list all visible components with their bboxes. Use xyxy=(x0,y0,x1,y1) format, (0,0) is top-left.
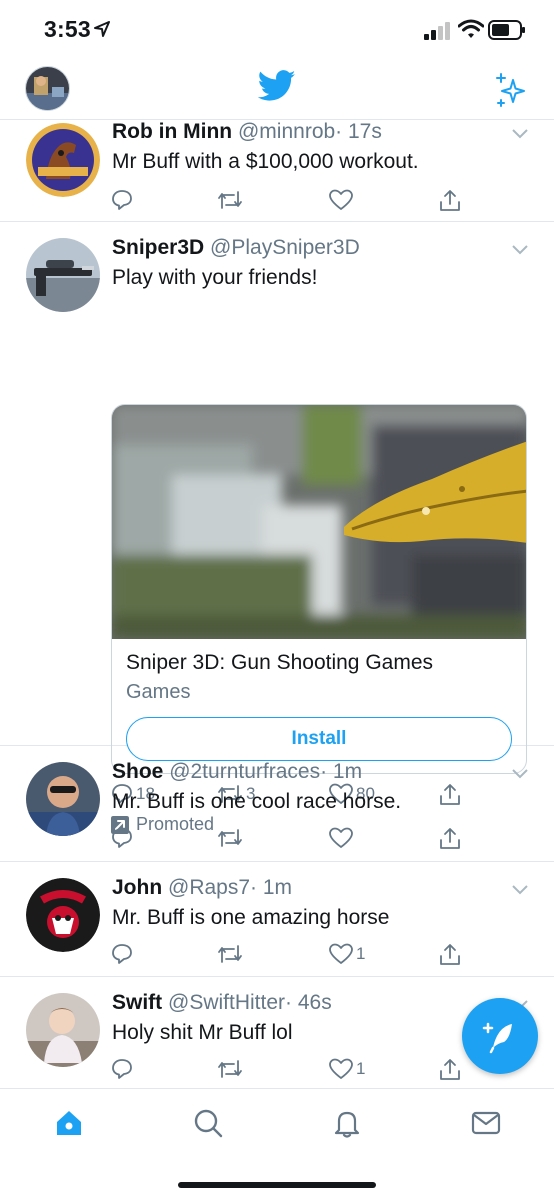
share-icon xyxy=(440,190,460,211)
tweet-author-name[interactable]: Sniper3D xyxy=(112,236,204,259)
reply-icon xyxy=(112,944,132,964)
location-arrow-icon xyxy=(94,21,110,37)
avatar[interactable] xyxy=(26,993,100,1067)
home-icon[interactable] xyxy=(53,1107,85,1139)
retweet-button[interactable] xyxy=(216,188,246,212)
tweet-text: Holy shit Mr Buff lol xyxy=(112,1021,293,1044)
tweet-header: John @Raps7· 1m xyxy=(112,876,292,900)
search-icon[interactable] xyxy=(192,1107,224,1139)
chevron-down-icon[interactable] xyxy=(511,243,529,255)
tweet-handle[interactable]: @Raps7 xyxy=(168,876,250,899)
chevron-down-icon[interactable] xyxy=(511,127,529,139)
tweet-actions xyxy=(110,826,470,852)
tweet-handle[interactable]: @minnrob xyxy=(238,120,335,143)
like-button[interactable] xyxy=(328,188,356,212)
heart-icon xyxy=(329,827,353,848)
cellular-signal-icon xyxy=(424,22,450,40)
share-icon xyxy=(440,944,460,965)
tweet-header: Rob in Minn @minnrob· 17s xyxy=(112,120,382,144)
like-count: 1 xyxy=(356,944,366,963)
tweet-header: Sniper3D @PlaySniper3D xyxy=(112,236,360,260)
heart-icon xyxy=(329,1058,353,1079)
messages-icon[interactable] xyxy=(470,1107,502,1139)
share-button[interactable] xyxy=(438,1057,462,1083)
retweet-icon xyxy=(218,829,242,847)
sparkle-icon[interactable] xyxy=(494,72,528,108)
home-indicator[interactable] xyxy=(178,1182,376,1188)
tweet-actions: 1 xyxy=(110,1057,470,1083)
battery-icon xyxy=(488,20,525,40)
tweet-author-name[interactable]: Rob in Minn xyxy=(112,120,232,143)
card-title: Sniper 3D: Gun Shooting Games xyxy=(126,651,434,674)
reply-icon xyxy=(112,1059,132,1079)
tweet-text: Mr. Buff is one amazing horse xyxy=(112,906,390,929)
reply-button[interactable] xyxy=(110,942,136,966)
like-button[interactable]: 1 xyxy=(328,1057,365,1081)
promoted-tweet-row[interactable]: Sniper3D @PlaySniper3D Play with your fr… xyxy=(0,222,554,834)
profile-avatar-button[interactable] xyxy=(25,66,70,111)
avatar[interactable] xyxy=(26,123,100,197)
tweet-actions xyxy=(110,188,470,214)
tweet-header: Swift @SwiftHitter· 46s xyxy=(112,991,332,1015)
retweet-icon xyxy=(218,191,242,209)
heart-icon xyxy=(329,943,353,964)
like-count: 1 xyxy=(356,1059,366,1078)
avatar[interactable] xyxy=(26,878,100,952)
tweet-row[interactable]: John @Raps7· 1m Mr. Buff is one amazing … xyxy=(0,862,554,977)
avatar[interactable] xyxy=(26,238,100,312)
reply-button[interactable] xyxy=(110,826,136,850)
card-category: Games xyxy=(126,681,191,703)
reply-button[interactable] xyxy=(110,188,136,212)
avatar[interactable] xyxy=(26,762,100,836)
tweet-text: Mr Buff with a $100,000 workout. xyxy=(112,150,419,173)
compose-tweet-button[interactable] xyxy=(462,998,538,1074)
retweet-button[interactable] xyxy=(216,1057,246,1081)
tweet-author-name[interactable]: Swift xyxy=(112,991,162,1014)
share-button[interactable] xyxy=(438,826,462,852)
top-navigation-bar xyxy=(0,60,554,120)
share-button[interactable] xyxy=(438,942,462,968)
tweet-handle[interactable]: @2turnturfraces xyxy=(169,760,320,783)
chevron-down-icon[interactable] xyxy=(511,883,529,895)
tweet-author-name[interactable]: Shoe xyxy=(112,760,163,783)
reply-icon xyxy=(112,190,132,210)
retweet-button[interactable] xyxy=(216,826,246,850)
reply-icon xyxy=(112,828,132,848)
like-button[interactable] xyxy=(328,826,356,850)
heart-icon xyxy=(329,189,353,210)
reply-button[interactable] xyxy=(110,1057,136,1081)
video-preview[interactable] xyxy=(112,405,526,639)
status-time: 3:53 xyxy=(44,16,91,42)
share-button[interactable] xyxy=(438,188,462,214)
tweet-text: Mr. Buff is one cool race horse. xyxy=(112,790,402,813)
tweet-row[interactable]: Rob in Minn @minnrob· 17s Mr Buff with a… xyxy=(0,120,554,222)
like-button[interactable]: 1 xyxy=(328,942,365,966)
tweet-row[interactable]: Shoe @2turnturfraces· 1m Mr. Buff is one… xyxy=(0,746,554,862)
wifi-icon xyxy=(458,19,484,38)
tweet-timestamp: · 17s xyxy=(335,120,382,143)
timeline-feed: Rob in Minn @minnrob· 17s Mr Buff with a… xyxy=(0,120,554,1089)
notifications-icon[interactable] xyxy=(331,1107,363,1139)
tweet-timestamp: · 1m xyxy=(320,760,363,783)
tweet-timestamp: · 46s xyxy=(285,991,332,1014)
tweet-author-name[interactable]: John xyxy=(112,876,162,899)
tweet-handle[interactable]: @SwiftHitter xyxy=(168,991,285,1014)
retweet-icon xyxy=(218,1060,242,1078)
tweet-handle[interactable]: @PlaySniper3D xyxy=(210,236,360,259)
chevron-down-icon[interactable] xyxy=(511,767,529,779)
share-icon xyxy=(440,828,460,849)
compose-feather-icon xyxy=(482,1022,512,1054)
tweet-actions: 1 xyxy=(110,942,470,968)
retweet-button[interactable] xyxy=(216,942,246,966)
retweet-icon xyxy=(218,945,242,963)
twitter-bird-logo-icon[interactable] xyxy=(258,70,296,102)
share-icon xyxy=(440,1059,460,1080)
status-bar: 3:53 xyxy=(0,0,554,60)
tweet-timestamp: · 1m xyxy=(250,876,293,899)
tweet-text: Play with your friends! xyxy=(112,266,318,289)
tweet-header: Shoe @2turnturfraces· 1m xyxy=(112,760,362,784)
app-install-card[interactable]: Sniper 3D: Gun Shooting Games Games Inst… xyxy=(111,404,527,774)
